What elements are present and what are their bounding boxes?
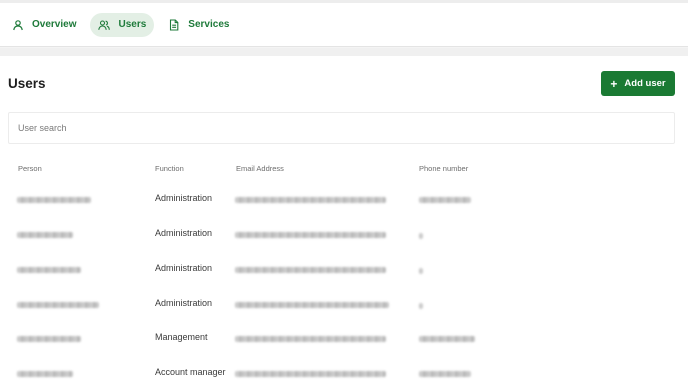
main-content: Users + Add user Person Function Email A… — [0, 56, 688, 388]
table-row[interactable]: Administration — [0, 298, 688, 332]
table-row[interactable]: Management — [0, 332, 688, 366]
tab-services-label: Services — [188, 19, 230, 30]
person-name-redacted — [17, 232, 73, 238]
email-redacted — [235, 232, 386, 238]
add-user-button[interactable]: + Add user — [601, 71, 675, 96]
email-redacted — [235, 267, 386, 273]
column-header-phone[interactable]: Phone number — [419, 164, 468, 173]
function-cell: Administration — [155, 263, 213, 273]
phone-redacted — [419, 233, 423, 239]
tab-users[interactable]: Users — [90, 12, 155, 37]
table-row[interactable]: Administration — [0, 193, 688, 227]
person-name-redacted — [17, 371, 73, 377]
section-divider — [0, 48, 688, 56]
tab-services[interactable]: Services — [160, 13, 237, 37]
top-navigation: Overview Users Services — [0, 3, 688, 47]
function-cell: Management — [155, 332, 208, 342]
person-name-redacted — [17, 302, 99, 308]
person-name-redacted — [17, 197, 91, 203]
tab-users-label: Users — [118, 19, 147, 30]
function-cell: Account manager — [155, 367, 226, 377]
tab-overview[interactable]: Overview — [4, 13, 84, 37]
phone-redacted — [419, 303, 423, 309]
email-redacted — [235, 197, 386, 203]
person-name-redacted — [17, 267, 81, 273]
add-user-button-label: Add user — [624, 78, 666, 89]
tab-overview-label: Overview — [32, 19, 77, 30]
function-cell: Administration — [155, 193, 213, 203]
function-cell: Administration — [155, 298, 213, 308]
phone-redacted — [419, 197, 471, 203]
person-name-redacted — [17, 336, 81, 342]
user-search-input[interactable] — [8, 112, 675, 144]
email-redacted — [235, 371, 386, 377]
document-icon — [170, 18, 179, 31]
users-icon — [98, 19, 111, 30]
table-row[interactable]: Administration — [0, 263, 688, 297]
phone-redacted — [419, 336, 475, 342]
phone-redacted — [419, 371, 471, 377]
table-row[interactable]: Account manager — [0, 367, 688, 388]
email-redacted — [235, 336, 386, 342]
plus-icon: + — [610, 76, 618, 91]
email-redacted — [235, 302, 389, 308]
column-header-email[interactable]: Email Address — [236, 164, 284, 173]
phone-redacted — [419, 268, 423, 274]
column-header-function[interactable]: Function — [155, 164, 184, 173]
person-icon — [13, 19, 23, 30]
page-title: Users — [8, 76, 46, 91]
function-cell: Administration — [155, 228, 213, 238]
column-header-person[interactable]: Person — [18, 164, 42, 173]
table-row[interactable]: Administration — [0, 228, 688, 262]
